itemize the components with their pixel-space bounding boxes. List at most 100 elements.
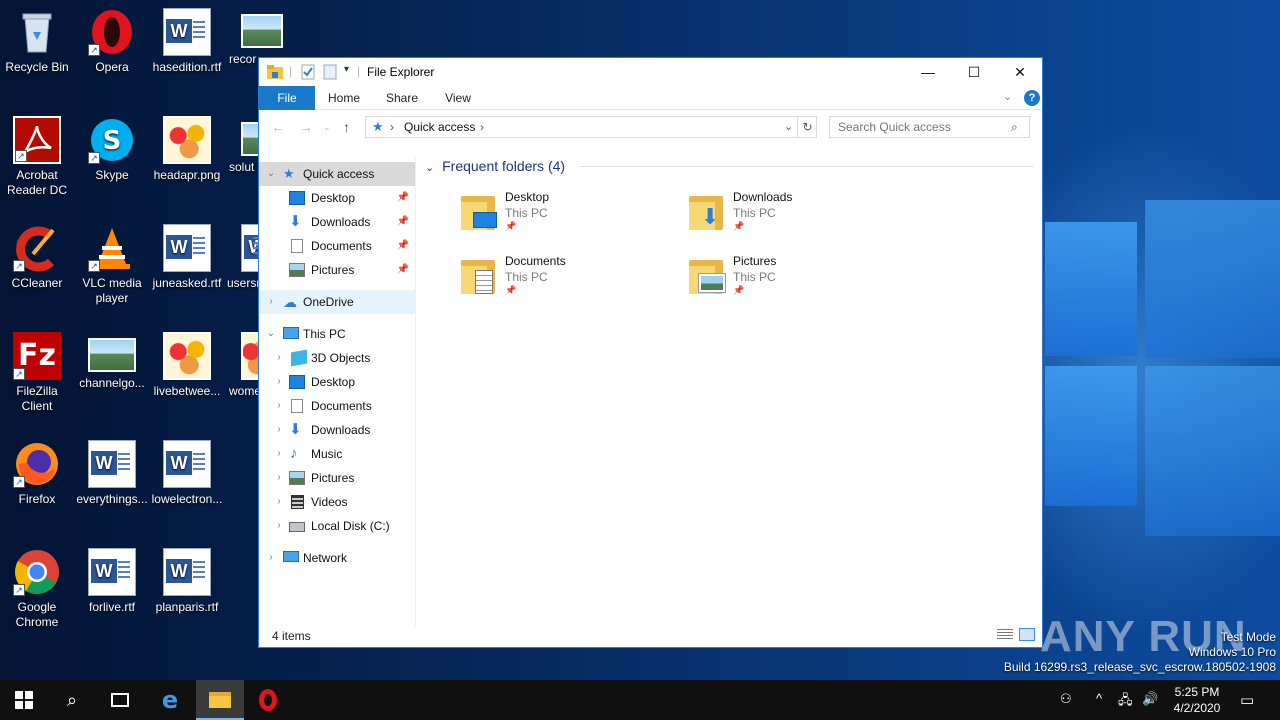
chevron-right-icon[interactable]: › bbox=[273, 442, 285, 466]
chevron-right-icon[interactable]: › bbox=[273, 394, 285, 418]
quick-access-star-icon: ★ bbox=[372, 119, 384, 134]
recent-locations-icon[interactable]: ⌄ bbox=[323, 122, 331, 133]
nav-pc-downloads[interactable]: › ⬇ Downloads bbox=[259, 418, 415, 442]
desktop-icon-channelgo[interactable]: channelgo... bbox=[75, 332, 149, 391]
new-folder-icon[interactable] bbox=[323, 64, 337, 80]
folder-tile-documents[interactable]: Documents This PC 📌 bbox=[459, 254, 679, 310]
desktop-icon-juneasked[interactable]: juneasked.rtf bbox=[150, 224, 224, 291]
desktop-icon-firefox[interactable]: ↗ Firefox bbox=[0, 440, 74, 507]
nav-qa-documents[interactable]: Documents 📌 bbox=[259, 234, 415, 258]
back-arrow-icon[interactable]: ← bbox=[271, 119, 285, 135]
desktop-icon-opera[interactable]: ↗ Opera bbox=[75, 8, 149, 75]
folder-tile-pictures[interactable]: Pictures This PC 📌 bbox=[687, 254, 907, 310]
taskbar-opera[interactable] bbox=[244, 680, 292, 720]
expand-ribbon-icon[interactable]: ⌄ bbox=[1003, 90, 1012, 103]
title-bar[interactable]: | ▾ | File Explorer — ☐ ✕ bbox=[259, 58, 1042, 86]
network-tray-icon[interactable]: 🖧 bbox=[1118, 691, 1133, 713]
desktop-icon-ccleaner[interactable]: ↗ CCleaner bbox=[0, 224, 74, 291]
volume-icon[interactable]: 🔊 bbox=[1142, 691, 1158, 707]
help-icon[interactable]: ? bbox=[1024, 90, 1040, 106]
breadcrumb-separator[interactable]: › bbox=[480, 120, 484, 134]
nav-qa-downloads[interactable]: ⬇ Downloads 📌 bbox=[259, 210, 415, 234]
desktop-icon-label: everythings... bbox=[76, 492, 148, 506]
forward-arrow-icon[interactable]: → bbox=[299, 119, 313, 135]
nav-qa-desktop[interactable]: Desktop 📌 bbox=[259, 186, 415, 210]
chevron-down-icon[interactable]: ⌄ bbox=[265, 162, 277, 186]
search-icon[interactable]: ⌕ bbox=[1011, 120, 1018, 135]
test-mode-watermark: Test Mode Windows 10 Pro Build 16299.rs3… bbox=[1004, 630, 1276, 675]
up-arrow-icon[interactable]: ↑ bbox=[343, 119, 350, 135]
chevron-right-icon[interactable]: › bbox=[273, 346, 285, 370]
desktop-icon-planparis[interactable]: planparis.rtf bbox=[150, 548, 224, 615]
tab-file[interactable]: File bbox=[259, 86, 315, 110]
taskbar-file-explorer[interactable] bbox=[196, 680, 244, 720]
desktop-icon-skype[interactable]: S ↗ Skype bbox=[75, 116, 149, 183]
tab-view[interactable]: View bbox=[439, 86, 477, 110]
search-input[interactable] bbox=[829, 116, 1030, 138]
chevron-right-icon[interactable]: › bbox=[273, 466, 285, 490]
action-center-icon[interactable]: ▭ bbox=[1240, 691, 1254, 709]
chevron-up-icon[interactable]: ^ bbox=[1096, 691, 1102, 706]
desktop-icon-acrobat[interactable]: ↗ Acrobat Reader DC bbox=[0, 116, 74, 198]
chevron-right-icon[interactable]: › bbox=[273, 490, 285, 514]
desktop-icon-recycle-bin[interactable]: Recycle Bin bbox=[0, 8, 74, 75]
pin-icon[interactable]: 📌 bbox=[397, 258, 409, 282]
address-dropdown-icon[interactable]: ⌄ bbox=[784, 120, 793, 133]
desktop-icon-livebetwee[interactable]: livebetwee... bbox=[150, 332, 224, 399]
chevron-right-icon[interactable]: › bbox=[273, 514, 285, 538]
properties-icon[interactable] bbox=[301, 64, 315, 80]
maximize-button[interactable]: ☐ bbox=[951, 58, 997, 86]
nav-pc-music[interactable]: › ♪ Music bbox=[259, 442, 415, 466]
windows-logo-pane bbox=[1145, 200, 1280, 358]
taskbar-clock[interactable]: 5:25 PM 4/2/2020 bbox=[1160, 684, 1234, 716]
people-icon[interactable]: ⚇ bbox=[1060, 691, 1072, 707]
address-bar[interactable]: ★ › Quick access › ⌄ bbox=[365, 116, 817, 138]
content-pane[interactable]: ⌄ Frequent folders (4) Desktop This PC 📌… bbox=[417, 158, 1042, 626]
nav-pc-pictures[interactable]: › Pictures bbox=[259, 466, 415, 490]
nav-pc-documents[interactable]: › Documents bbox=[259, 394, 415, 418]
file-explorer-window[interactable]: | ▾ | File Explorer — ☐ ✕ File Home Shar… bbox=[258, 57, 1043, 648]
desktop-icon-hasedition[interactable]: hasedition.rtf bbox=[150, 8, 224, 75]
nav-pc-videos[interactable]: › Videos bbox=[259, 490, 415, 514]
chevron-right-icon[interactable]: › bbox=[273, 370, 285, 394]
nav-this-pc[interactable]: ⌄ This PC bbox=[259, 322, 415, 346]
nav-onedrive[interactable]: › ☁ OneDrive bbox=[259, 290, 415, 314]
nav-quick-access[interactable]: ⌄ ★ Quick access bbox=[259, 162, 415, 186]
pin-icon[interactable]: 📌 bbox=[397, 186, 409, 210]
minimize-button[interactable]: — bbox=[905, 58, 951, 86]
breadcrumb-quick-access[interactable]: Quick access bbox=[404, 120, 475, 134]
taskbar-edge[interactable]: e bbox=[146, 680, 194, 720]
chevron-down-icon[interactable]: ⌄ bbox=[265, 322, 277, 346]
nav-pc-local-disk[interactable]: › Local Disk (C:) bbox=[259, 514, 415, 538]
pin-icon[interactable]: 📌 bbox=[397, 234, 409, 258]
task-view-button[interactable] bbox=[96, 680, 144, 720]
folder-name: Downloads bbox=[733, 190, 793, 204]
nav-pc-desktop[interactable]: › Desktop bbox=[259, 370, 415, 394]
desktop-icon-filezilla[interactable]: Fz ↗ FileZilla Client bbox=[0, 332, 74, 414]
chevron-right-icon[interactable]: › bbox=[265, 290, 277, 314]
chevron-right-icon[interactable]: › bbox=[265, 546, 277, 570]
breadcrumb-separator[interactable]: › bbox=[390, 120, 394, 134]
customize-toolbar-icon[interactable]: ▾ bbox=[344, 64, 349, 80]
nav-pc-3d-objects[interactable]: › 3D Objects bbox=[259, 346, 415, 370]
desktop-icon-vlc[interactable]: ↗ VLC media player bbox=[75, 224, 149, 306]
desktop-icon-everythings[interactable]: everythings... bbox=[75, 440, 149, 507]
desktop-icon-forlive[interactable]: forlive.rtf bbox=[75, 548, 149, 615]
start-button[interactable] bbox=[0, 680, 48, 720]
close-button[interactable]: ✕ bbox=[997, 58, 1043, 86]
desktop-icon-headapr[interactable]: headapr.png bbox=[150, 116, 224, 183]
tab-home[interactable]: Home bbox=[323, 86, 365, 110]
desktop-icon-lowelectron[interactable]: lowelectron... bbox=[150, 440, 224, 507]
refresh-icon[interactable]: ↻ bbox=[797, 116, 817, 138]
folder-tile-desktop[interactable]: Desktop This PC 📌 bbox=[459, 190, 679, 246]
chevron-right-icon[interactable]: › bbox=[273, 418, 285, 442]
frequent-folders-header[interactable]: ⌄ Frequent folders (4) bbox=[425, 158, 565, 174]
folder-tile-downloads[interactable]: ⬇ Downloads This PC 📌 bbox=[687, 190, 907, 246]
search-button[interactable]: ⌕ bbox=[48, 680, 96, 720]
navigation-pane[interactable]: ⌄ ★ Quick access Desktop 📌 ⬇ Downloads 📌… bbox=[259, 158, 416, 626]
nav-network[interactable]: › Network bbox=[259, 546, 415, 570]
tab-share[interactable]: Share bbox=[381, 86, 423, 110]
pin-icon[interactable]: 📌 bbox=[397, 210, 409, 234]
desktop-icon-chrome[interactable]: ↗ Google Chrome bbox=[0, 548, 74, 630]
nav-qa-pictures[interactable]: Pictures 📌 bbox=[259, 258, 415, 282]
